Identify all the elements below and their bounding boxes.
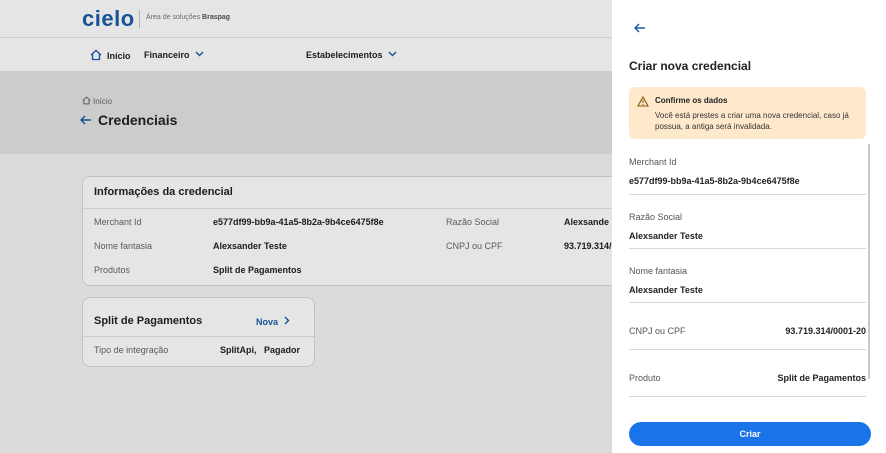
razao-social-label: Razão Social [629, 212, 683, 222]
cnpj-field: CNPJ ou CPF 93.719.314/0001-20 [629, 326, 866, 350]
merchant-id-label: Merchant Id [629, 157, 677, 167]
produto-field: Produto Split de Pagamentos [629, 373, 866, 397]
merchant-id-value: e577df99-bb9a-41a5-8b2a-9b4ce6475f8e [629, 176, 800, 186]
produto-value: Split de Pagamentos [777, 373, 866, 383]
razao-social-value: Alexsander Teste [629, 231, 703, 241]
alert-text: Você está prestes a criar uma nova crede… [655, 111, 849, 131]
cnpj-label: CNPJ ou CPF [629, 326, 686, 336]
merchant-id-field: Merchant Id e577df99-bb9a-41a5-8b2a-9b4c… [629, 157, 866, 195]
drawer-scrollbar[interactable] [868, 144, 870, 379]
modal-overlay[interactable] [0, 0, 612, 453]
nome-fantasia-label: Nome fantasia [629, 266, 688, 276]
alert-title: Confirme os dados [655, 96, 728, 105]
nome-fantasia-field: Nome fantasia Alexsander Teste [629, 266, 866, 303]
create-credential-drawer: Criar nova credencial Confirme os dados … [612, 0, 886, 453]
drawer-title: Criar nova credencial [629, 59, 752, 73]
cnpj-value: 93.719.314/0001-20 [785, 326, 866, 336]
razao-social-field: Razão Social Alexsander Teste [629, 212, 866, 249]
back-arrow-icon[interactable] [633, 20, 646, 36]
produto-label: Produto [629, 373, 661, 383]
create-button[interactable]: Criar [629, 422, 871, 446]
nome-fantasia-value: Alexsander Teste [629, 285, 703, 295]
warning-icon [637, 95, 649, 110]
confirm-alert: Confirme os dados Você está prestes a cr… [629, 87, 866, 139]
